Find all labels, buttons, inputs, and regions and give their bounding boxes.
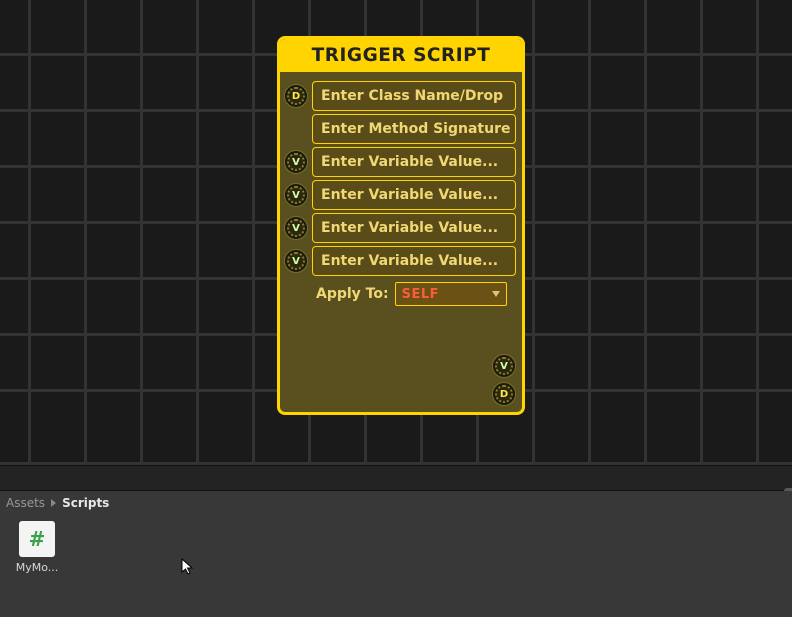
- breadcrumb-item-assets[interactable]: Assets: [6, 496, 45, 510]
- chevron-down-icon: [492, 291, 500, 297]
- d-port-icon[interactable]: D: [284, 84, 308, 108]
- chevron-right-icon: [51, 499, 56, 507]
- panel-divider[interactable]: [0, 465, 792, 491]
- script-file-icon: #: [19, 521, 55, 557]
- port-spacer: [284, 117, 308, 141]
- node-body: D Enter Class Name/Drop Enter Method Sig…: [280, 72, 522, 412]
- method-sig-placeholder: Enter Method Signature: [321, 121, 510, 137]
- breadcrumb-item-scripts[interactable]: Scripts: [62, 496, 109, 510]
- apply-to-row: Apply To: SELF: [316, 282, 516, 306]
- var2-row: V Enter Variable Value...: [284, 180, 516, 210]
- d-output-port-icon[interactable]: D: [492, 382, 516, 406]
- apply-to-value: SELF: [402, 287, 439, 302]
- var3-row: V Enter Variable Value...: [284, 213, 516, 243]
- breadcrumb: Assets Scripts: [0, 491, 792, 515]
- project-browser[interactable]: Assets Scripts # MyMo...: [0, 491, 792, 617]
- asset-name: MyMo...: [16, 561, 59, 574]
- class-name-field[interactable]: Enter Class Name/Drop: [312, 81, 516, 111]
- class-name-placeholder: Enter Class Name/Drop: [321, 88, 503, 104]
- node-graph-canvas[interactable]: TRIGGER SCRIPT D Enter Class Name/Drop E…: [0, 0, 792, 465]
- v-port-icon[interactable]: V: [284, 183, 308, 207]
- node-title: TRIGGER SCRIPT: [280, 45, 522, 66]
- method-sig-field[interactable]: Enter Method Signature: [312, 114, 516, 144]
- var2-field[interactable]: Enter Variable Value...: [312, 180, 516, 210]
- asset-grid[interactable]: # MyMo...: [0, 515, 792, 580]
- apply-to-select[interactable]: SELF: [395, 282, 507, 306]
- var4-row: V Enter Variable Value...: [284, 246, 516, 276]
- var1-placeholder: Enter Variable Value...: [321, 154, 498, 170]
- class-name-row: D Enter Class Name/Drop: [284, 81, 516, 111]
- v-port-icon[interactable]: V: [284, 150, 308, 174]
- var1-field[interactable]: Enter Variable Value...: [312, 147, 516, 177]
- mouse-cursor-icon: [181, 558, 195, 576]
- var4-placeholder: Enter Variable Value...: [321, 253, 498, 269]
- v-port-icon[interactable]: V: [284, 216, 308, 240]
- trigger-script-node[interactable]: TRIGGER SCRIPT D Enter Class Name/Drop E…: [277, 36, 525, 415]
- output-ports: V D: [492, 354, 516, 406]
- v-output-port-icon[interactable]: V: [492, 354, 516, 378]
- apply-to-label: Apply To:: [316, 286, 389, 302]
- node-header[interactable]: TRIGGER SCRIPT: [280, 39, 522, 72]
- var1-row: V Enter Variable Value...: [284, 147, 516, 177]
- v-port-icon[interactable]: V: [284, 249, 308, 273]
- asset-item[interactable]: # MyMo...: [14, 521, 60, 574]
- var4-field[interactable]: Enter Variable Value...: [312, 246, 516, 276]
- method-sig-row: Enter Method Signature: [284, 114, 516, 144]
- var3-placeholder: Enter Variable Value...: [321, 220, 498, 236]
- var2-placeholder: Enter Variable Value...: [321, 187, 498, 203]
- var3-field[interactable]: Enter Variable Value...: [312, 213, 516, 243]
